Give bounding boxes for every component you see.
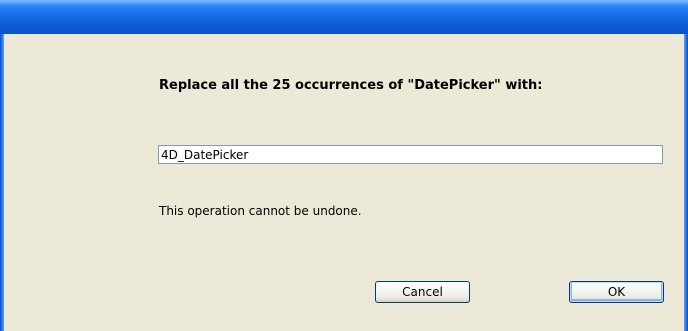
title-bar-highlight [0,0,688,6]
replace-dialog: Replace all the 25 occurrences of "DateP… [0,0,688,331]
replacement-text-input[interactable] [158,145,663,164]
window-border-right [684,34,688,331]
title-bar[interactable] [0,0,688,34]
ok-button[interactable]: OK [569,281,664,303]
cancel-button[interactable]: Cancel [375,281,470,303]
undo-warning-text: This operation cannot be undone. [159,204,362,218]
window-border-left [0,34,4,331]
replace-prompt-message: Replace all the 25 occurrences of "DateP… [159,78,543,93]
